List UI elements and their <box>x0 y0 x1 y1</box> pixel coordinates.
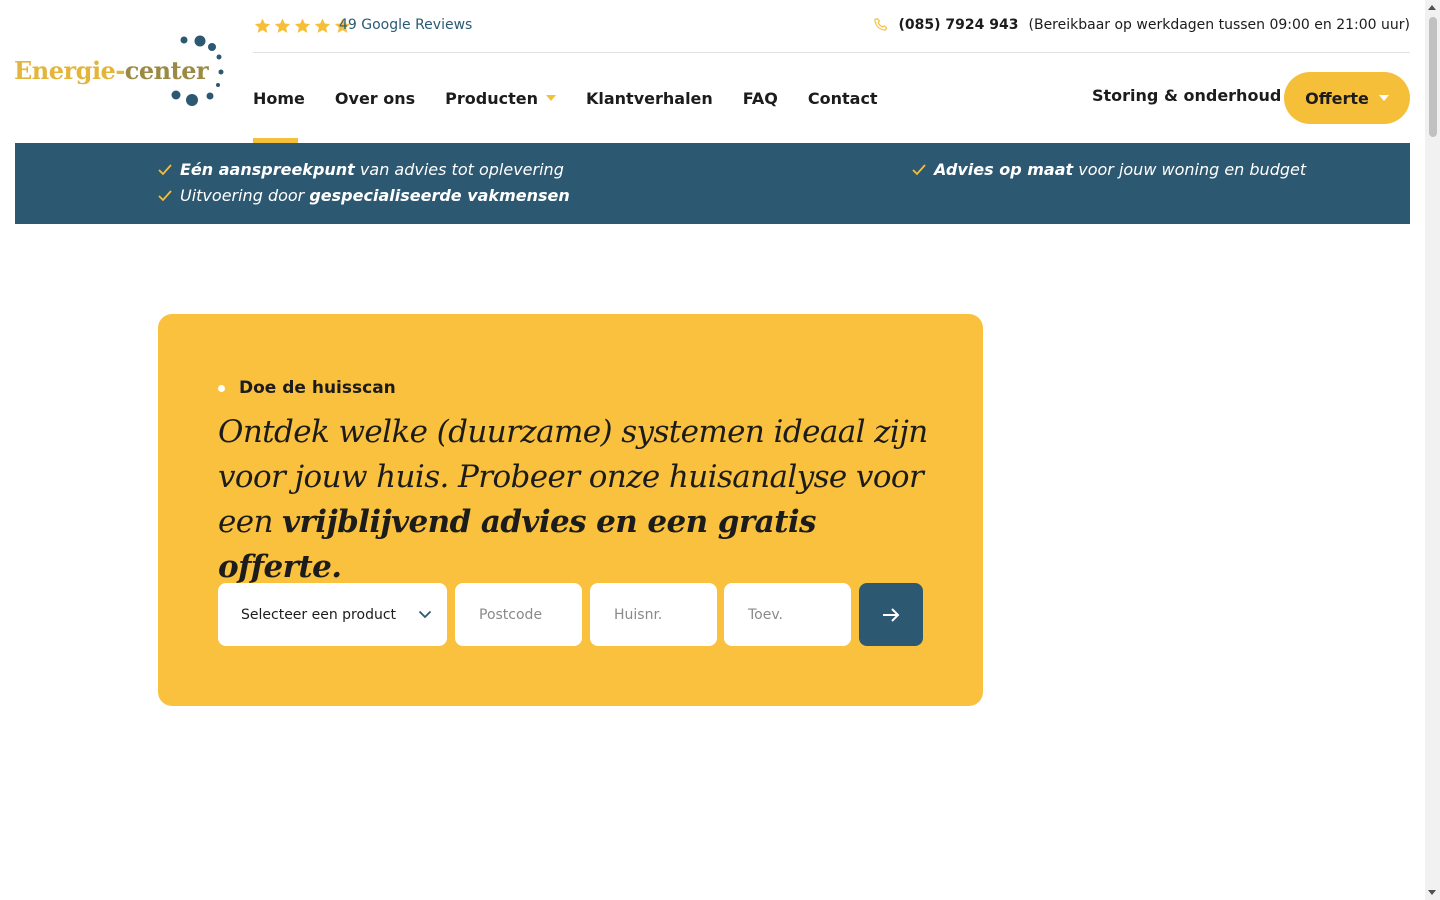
huisscan-headline: Ontdek welke (duurzame) systemen ideaal … <box>218 414 928 585</box>
usp-item: Advies op maat voor jouw woning en budge… <box>912 160 1306 179</box>
arrow-right-icon <box>883 607 900 622</box>
huisscan-card: Doe de huisscan Ontdek welke (duurzame) … <box>158 314 983 706</box>
google-reviews-link[interactable]: 49 Google Reviews <box>339 17 472 33</box>
phone-hours: (Bereikbaar op werkdagen tussen 09:00 en… <box>1028 17 1411 33</box>
huisscan-eyebrow: Doe de huisscan <box>218 378 396 398</box>
postcode-input[interactable] <box>455 583 582 646</box>
phone-icon <box>873 17 887 31</box>
nav-item-faq[interactable]: FAQ <box>743 86 778 110</box>
usp-item: Uitvoering door gespecialiseerde vakmens… <box>158 186 570 205</box>
topbar: 49 Google Reviews (085) 7924 943 (Bereik… <box>253 0 1410 53</box>
usp-band: Eén aanspreekpunt van advies tot oplever… <box>15 143 1410 224</box>
product-select[interactable]: Selecteer een product <box>218 583 447 646</box>
bullet-dot-icon <box>218 384 225 392</box>
star-icon <box>274 18 291 33</box>
phone-number-link[interactable]: (085) 7924 943 <box>899 17 1019 33</box>
nav-item-contact[interactable]: Contact <box>808 86 878 110</box>
star-icon <box>314 18 331 33</box>
scroll-down-icon[interactable] <box>1428 890 1436 895</box>
product-select-value: Selecteer een product <box>241 606 397 623</box>
scrollbar[interactable] <box>1425 0 1440 900</box>
chevron-down-icon <box>418 610 432 619</box>
nav-item-over-ons[interactable]: Over ons <box>335 86 415 110</box>
nav-item-producten[interactable]: Producten <box>445 86 556 110</box>
usp-item: Eén aanspreekpunt van advies tot oplever… <box>158 160 564 179</box>
storing-onderhoud-link[interactable]: Storing & onderhoud <box>1092 86 1281 105</box>
scroll-up-icon[interactable] <box>1428 5 1436 10</box>
check-icon <box>158 189 172 201</box>
toev-input[interactable] <box>724 583 851 646</box>
phone-contact: (085) 7924 943 (Bereikbaar op werkdagen … <box>873 17 1410 33</box>
offerte-button-label: Offerte <box>1305 88 1369 108</box>
huisnr-input[interactable] <box>590 583 717 646</box>
check-icon <box>158 163 172 175</box>
submit-button[interactable] <box>859 583 923 646</box>
star-icon <box>294 18 311 33</box>
scroll-thumb[interactable] <box>1429 17 1437 137</box>
rating-stars <box>253 17 352 35</box>
main-nav: Home Over ons Producten Klantverhalen FA… <box>253 86 878 143</box>
logo-dots-icon <box>171 35 224 106</box>
caret-down-icon <box>1378 95 1389 101</box>
offerte-button[interactable]: Offerte <box>1284 72 1410 124</box>
star-icon <box>254 18 271 33</box>
logo[interactable]: Energie-center <box>14 32 229 112</box>
check-icon <box>912 163 926 175</box>
nav-item-klantverhalen[interactable]: Klantverhalen <box>586 86 713 110</box>
caret-down-icon <box>545 95 556 101</box>
nav-item-home[interactable]: Home <box>253 86 305 143</box>
